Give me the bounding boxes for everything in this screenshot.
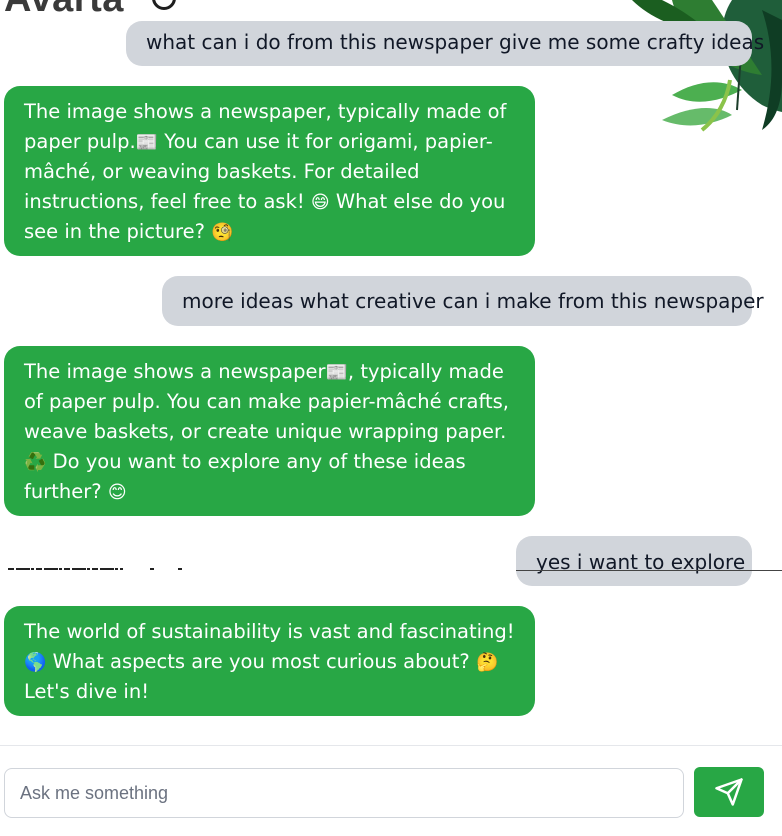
bot-message-text: The world of sustainability is vast and …: [24, 620, 515, 643]
composer-divider: [0, 745, 782, 746]
monocle-emoji-icon: 🧐: [211, 222, 234, 243]
user-message: yes i want to explore: [516, 536, 752, 586]
bot-message: The image shows a newspaper📰, typically …: [4, 346, 535, 516]
smile-emoji-icon: 😊: [107, 482, 127, 503]
bot-message-text: Let's dive in!: [24, 680, 150, 703]
globe-emoji-icon: 🌎: [24, 652, 47, 673]
bot-message-text: Do you want to explore any of these idea…: [24, 450, 466, 503]
message-input[interactable]: [4, 768, 684, 818]
user-message: what can i do from this newspaper give m…: [126, 21, 764, 66]
grinning-emoji-icon: 😄: [310, 192, 330, 213]
user-message-text: what can i do from this newspaper give m…: [146, 30, 765, 54]
user-message: more ideas what creative can i make from…: [162, 276, 764, 326]
bot-message: The world of sustainability is vast and …: [4, 606, 535, 716]
render-artifact-line: [516, 570, 782, 571]
send-icon: [715, 778, 743, 806]
menu-circle-icon[interactable]: [152, 0, 176, 10]
render-artifact: [8, 568, 182, 570]
newspaper-emoji-icon: 📰: [325, 362, 348, 383]
recycle-emoji-icon: ♻️: [24, 452, 47, 473]
chat-page: Avarta what can i do from this newspaper…: [0, 0, 782, 836]
newspaper-emoji-icon: 📰: [135, 132, 159, 153]
send-button[interactable]: [694, 767, 764, 817]
thinking-emoji-icon: 🤔: [475, 652, 499, 673]
user-message-text: more ideas what creative can i make from…: [182, 289, 764, 313]
bot-message: The image shows a newspaper, typically m…: [4, 86, 535, 256]
brand-logo: Avarta: [4, 0, 124, 21]
bot-message-text: The image shows a newspaper: [24, 360, 326, 383]
bot-message-text: What aspects are you most curious about?: [46, 650, 476, 673]
